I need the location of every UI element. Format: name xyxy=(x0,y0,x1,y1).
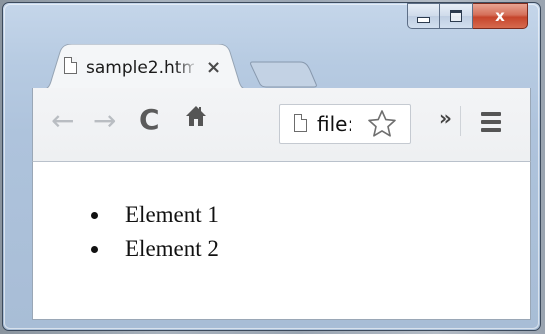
back-arrow-icon[interactable]: ← xyxy=(51,104,74,137)
home-icon[interactable] xyxy=(185,104,207,128)
maximize-button[interactable] xyxy=(440,3,473,29)
chevron-double-right-icon[interactable]: » xyxy=(439,106,452,130)
close-window-button[interactable]: x xyxy=(473,3,528,29)
window-caption-buttons: x xyxy=(407,3,528,29)
maximize-icon xyxy=(450,10,462,22)
tab-close-button[interactable]: × xyxy=(206,57,221,78)
list-item: Element 1 xyxy=(85,198,219,232)
minimize-button[interactable] xyxy=(407,3,440,29)
close-icon: x xyxy=(495,7,505,25)
page-content: Element 1 Element 2 xyxy=(32,162,531,320)
bullet-list: Element 1 Element 2 xyxy=(85,198,219,266)
browser-toolbar: ← → C file:/// » xyxy=(32,88,531,162)
page-icon xyxy=(64,57,77,74)
bullet-icon xyxy=(91,246,98,253)
minimize-icon xyxy=(417,17,430,23)
list-item: Element 2 xyxy=(85,232,219,266)
tab-title-fade xyxy=(175,56,199,78)
star-icon[interactable] xyxy=(366,108,398,140)
address-text: file:/// xyxy=(317,112,351,136)
address-bar[interactable]: file:/// xyxy=(279,104,411,144)
list-item-text: Element 2 xyxy=(125,236,219,261)
page-icon xyxy=(294,114,307,132)
toolbar-divider xyxy=(460,106,461,136)
reload-icon[interactable]: C xyxy=(139,103,160,136)
list-item-text: Element 1 xyxy=(125,202,219,227)
forward-arrow-icon[interactable]: → xyxy=(93,104,116,137)
bullet-icon xyxy=(91,212,98,219)
new-tab-button[interactable] xyxy=(250,60,320,88)
hamburger-menu-icon[interactable] xyxy=(481,112,501,132)
